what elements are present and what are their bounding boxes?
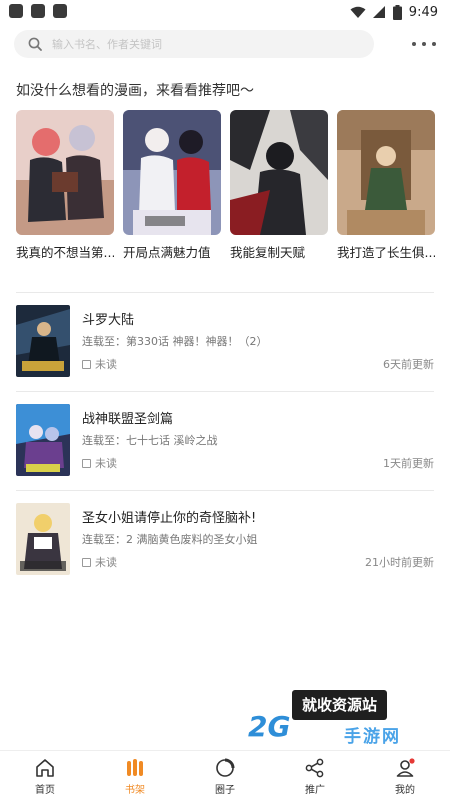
recommend-name: 我能复制天赋 bbox=[230, 245, 306, 260]
watermark: 2G 就收资源站 手游网 bbox=[248, 690, 428, 752]
comic-progress: 连载至：第330话 神器！神器！（2） bbox=[82, 335, 268, 348]
search-icon bbox=[28, 37, 42, 51]
bookshelf-icon bbox=[127, 759, 143, 776]
update-time: 1天前更新 bbox=[383, 457, 434, 470]
read-status-label: 未读 bbox=[95, 556, 117, 569]
read-status: 未读 bbox=[82, 554, 117, 570]
comic-thumbnail bbox=[16, 404, 70, 476]
tab-label: 圈子 bbox=[215, 785, 235, 796]
bottom-tab-bar: 首页 书架 圈子 推广 我的 bbox=[0, 750, 450, 800]
tab-profile[interactable]: 我的 bbox=[360, 751, 450, 800]
tab-label: 书架 bbox=[125, 785, 145, 796]
wifi-icon bbox=[350, 6, 366, 18]
circle-icon bbox=[216, 758, 235, 777]
update-time: 21小时前更新 bbox=[365, 556, 434, 569]
home-icon bbox=[36, 759, 54, 777]
tab-promote[interactable]: 推广 bbox=[270, 751, 360, 800]
search-input[interactable] bbox=[52, 37, 332, 51]
signal-icon bbox=[372, 5, 385, 18]
comic-thumbnail bbox=[16, 305, 70, 377]
comic-progress: 连载至：2 满脑黄色废料的圣女小姐 bbox=[82, 533, 258, 546]
recommend-name: 我打造了长生俱... bbox=[337, 245, 435, 260]
read-status-label: 未读 bbox=[95, 358, 117, 371]
comic-title: 战神联盟圣剑篇 bbox=[82, 412, 174, 427]
notification-icon bbox=[31, 4, 45, 18]
divider bbox=[16, 391, 434, 392]
recommend-card[interactable]: 我能复制天赋 bbox=[230, 110, 328, 261]
tab-label: 我的 bbox=[395, 785, 415, 796]
update-time: 6天前更新 bbox=[383, 358, 434, 371]
share-icon bbox=[305, 758, 324, 778]
tab-label: 首页 bbox=[35, 785, 55, 796]
status-bar: 9:49 bbox=[0, 0, 450, 26]
read-status: 未读 bbox=[82, 356, 117, 372]
recommend-card[interactable]: 我打造了长生俱... bbox=[337, 110, 435, 261]
watermark-label: 就收资源站 bbox=[292, 690, 388, 720]
comic-thumbnail bbox=[16, 503, 70, 575]
comic-progress: 连载至：七十七话 溪岭之战 bbox=[82, 434, 218, 447]
divider bbox=[16, 490, 434, 491]
recommend-card[interactable]: 我真的不想当第... bbox=[16, 110, 114, 261]
recommend-name: 开局点满魅力值 bbox=[123, 245, 211, 260]
notification-dot bbox=[409, 758, 415, 764]
watermark-logo: 2G bbox=[248, 710, 291, 743]
profile-icon bbox=[396, 758, 415, 777]
shelf-item[interactable]: 斗罗大陆 连载至：第330话 神器！神器！（2） 未读 6天前更新 bbox=[16, 305, 434, 379]
search-bar[interactable] bbox=[14, 30, 374, 58]
comic-title: 斗罗大陆 bbox=[82, 313, 135, 328]
comic-cover bbox=[230, 110, 328, 235]
more-dot-icon bbox=[432, 42, 436, 46]
recommend-row: 我真的不想当第... 开局点满魅力值 我能复制天赋 我打造了长生俱... bbox=[16, 110, 436, 260]
notification-icon bbox=[9, 4, 23, 18]
more-dot-icon bbox=[412, 42, 416, 46]
read-status-label: 未读 bbox=[95, 457, 117, 470]
unread-icon bbox=[82, 359, 91, 369]
recommend-name: 我真的不想当第... bbox=[16, 245, 114, 260]
comic-cover bbox=[337, 110, 435, 235]
more-dot-icon bbox=[422, 42, 426, 46]
watermark-sub: 手游网 bbox=[344, 727, 401, 747]
comic-cover bbox=[16, 110, 114, 235]
shelf-item[interactable]: 圣女小姐请停止你的奇怪脑补! 连载至：2 满脑黄色废料的圣女小姐 未读 21小时… bbox=[16, 503, 434, 577]
recommend-heading: 如没什么想看的漫画，来看看推荐吧～ bbox=[16, 83, 254, 99]
more-menu-button[interactable] bbox=[412, 36, 436, 52]
comic-title: 圣女小姐请停止你的奇怪脑补! bbox=[82, 511, 257, 526]
notification-icon bbox=[53, 4, 67, 18]
tab-circle[interactable]: 圈子 bbox=[180, 751, 270, 800]
tab-label: 推广 bbox=[305, 785, 325, 796]
shelf-item[interactable]: 战神联盟圣剑篇 连载至：七十七话 溪岭之战 未读 1天前更新 bbox=[16, 404, 434, 478]
clock: 9:49 bbox=[408, 4, 438, 20]
unread-icon bbox=[82, 458, 91, 468]
recommend-card[interactable]: 开局点满魅力值 bbox=[123, 110, 221, 261]
tab-home[interactable]: 首页 bbox=[0, 751, 90, 800]
read-status: 未读 bbox=[82, 455, 117, 471]
divider bbox=[16, 292, 434, 293]
tab-bookshelf[interactable]: 书架 bbox=[90, 751, 180, 800]
comic-cover bbox=[123, 110, 221, 235]
unread-icon bbox=[82, 557, 91, 567]
battery-icon bbox=[392, 4, 402, 20]
